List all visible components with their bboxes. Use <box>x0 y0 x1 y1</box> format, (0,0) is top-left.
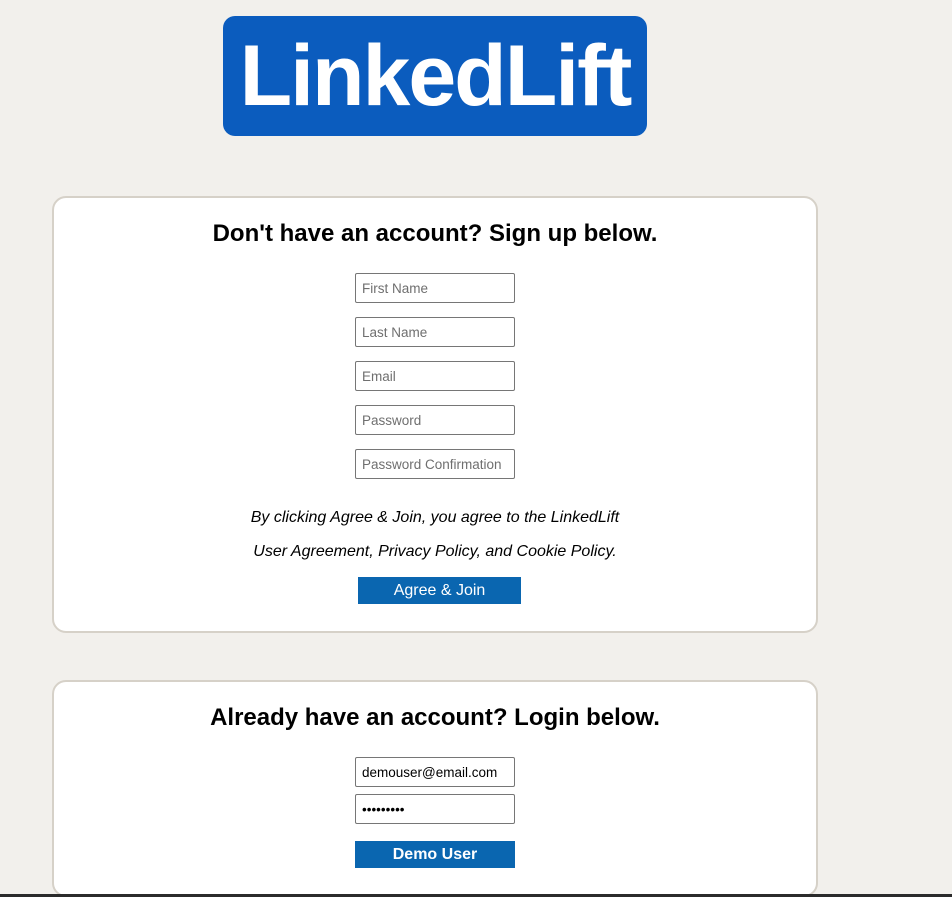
agree-join-button[interactable]: Agree & Join <box>358 577 521 604</box>
signup-card: Don't have an account? Sign up below. By… <box>52 196 818 633</box>
last-name-input[interactable] <box>355 317 515 347</box>
agreement-text-line2: User Agreement, Privacy Policy, and Cook… <box>253 543 617 560</box>
linkedlift-logo: LinkedLift <box>223 16 647 136</box>
first-name-input[interactable] <box>355 273 515 303</box>
login-email-input[interactable] <box>355 757 515 787</box>
login-heading: Already have an account? Login below. <box>210 704 660 731</box>
logo-text: LinkedLift <box>239 27 633 124</box>
password-confirmation-input[interactable] <box>355 449 515 479</box>
login-card: Already have an account? Login below. De… <box>52 680 818 897</box>
signup-heading: Don't have an account? Sign up below. <box>212 220 658 247</box>
agreement-text-line1: By clicking Agree & Join, you agree to t… <box>250 509 620 526</box>
login-password-input[interactable] <box>355 794 515 824</box>
email-input[interactable] <box>355 361 515 391</box>
demo-user-button[interactable]: Demo User <box>355 841 515 868</box>
password-input[interactable] <box>355 405 515 435</box>
page: LinkedLift Don't have an account? Sign u… <box>0 0 952 897</box>
